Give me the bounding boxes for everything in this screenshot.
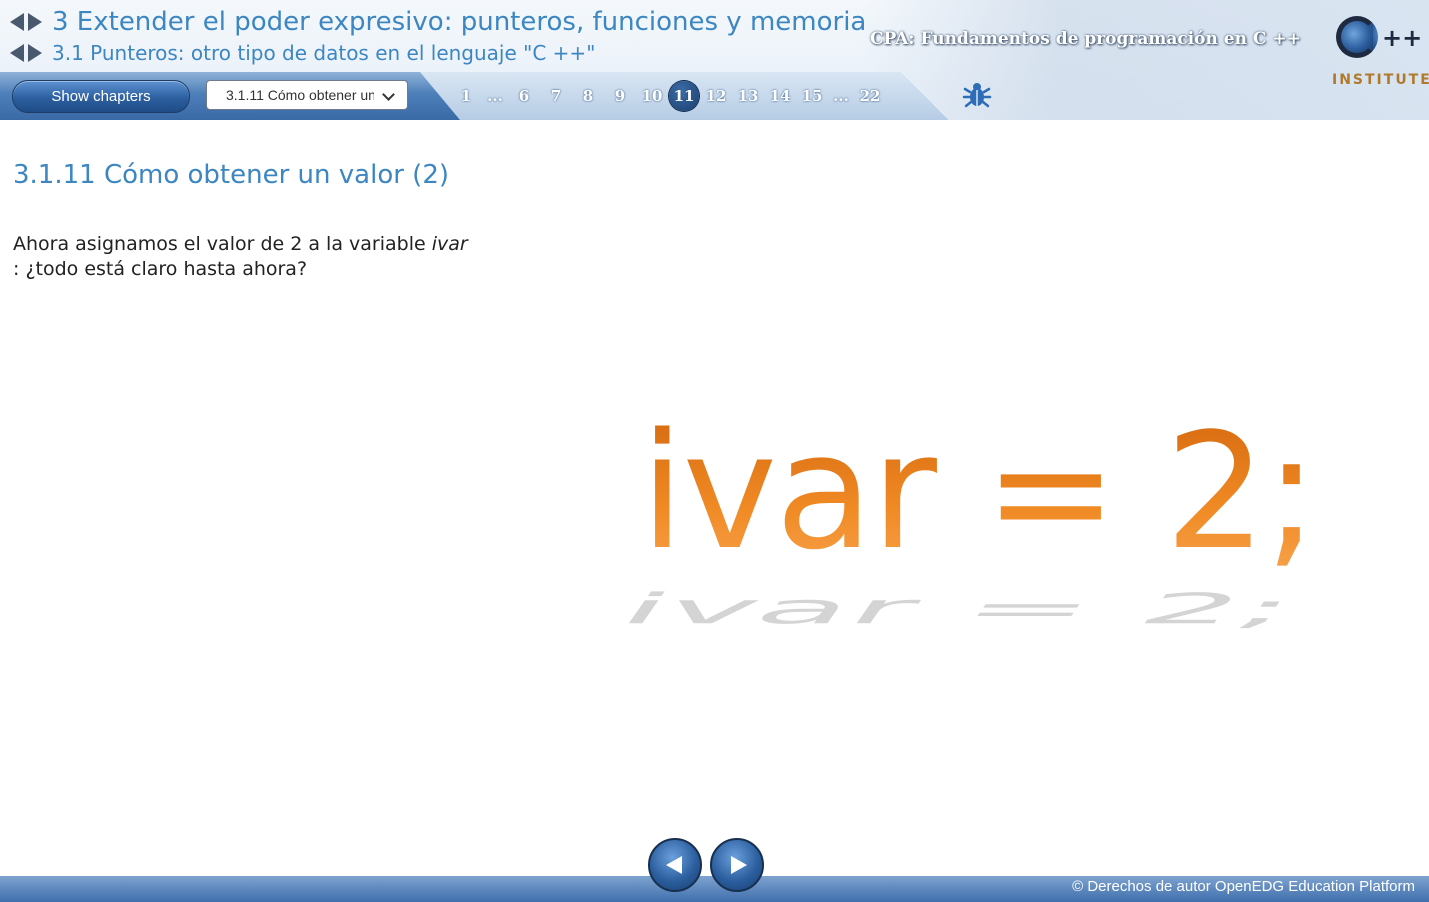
page-title: 3.1.11 Cómo obtener un valor (2) — [13, 160, 450, 190]
logo-text: INSTITUTE — [1332, 72, 1429, 88]
bug-report-icon[interactable] — [962, 80, 992, 110]
next-page-button[interactable] — [710, 838, 764, 892]
page-link-14[interactable]: 14 — [764, 81, 796, 111]
course-title: CPA: Fundamentos de programación en C ++ — [870, 29, 1301, 49]
topic-select-value: 3.1.11 Cómo obtener un valor (2) — [226, 87, 374, 103]
page-link-22[interactable]: 22 — [854, 81, 886, 111]
chevron-down-icon — [382, 88, 395, 101]
page-text-variable: ivar — [431, 233, 468, 255]
page-ellipsis: ... — [833, 87, 849, 105]
chapter-prev-arrow-icon[interactable] — [10, 13, 24, 31]
page-link-8[interactable]: 8 — [572, 81, 604, 111]
page-link-10[interactable]: 10 — [636, 81, 668, 111]
chapter-arrows — [10, 13, 42, 31]
chapter-next-arrow-icon[interactable] — [28, 13, 42, 31]
play-right-icon — [730, 856, 747, 874]
section-title: 3.1 Punteros: otro tipo de datos en el l… — [52, 41, 596, 65]
page-link-current[interactable]: 11 — [669, 81, 699, 111]
prev-page-button[interactable] — [648, 838, 702, 892]
play-left-icon — [665, 856, 682, 874]
page-text-after: : ¿todo está claro hasta ahora? — [13, 258, 308, 280]
globe-icon — [1336, 16, 1378, 58]
chapter-title: 3 Extender el poder expresivo: punteros,… — [52, 7, 867, 37]
page-pager: 1... 6 7 8 9 10 11 12 13 14 15... 22 — [450, 81, 886, 111]
page-link-9[interactable]: 9 — [604, 81, 636, 111]
chapter-row: 3 Extender el poder expresivo: punteros,… — [10, 6, 866, 38]
page-link-15[interactable]: 15 — [796, 81, 828, 111]
page-link-13[interactable]: 13 — [732, 81, 764, 111]
section-next-arrow-icon[interactable] — [28, 44, 42, 62]
show-chapters-button[interactable]: Show chapters — [12, 80, 190, 113]
code-expression-shadow: ivar = 2; — [607, 584, 1311, 634]
logo-plus: ++ — [1382, 24, 1423, 52]
section-arrows — [10, 44, 42, 62]
page-link-6[interactable]: 6 — [508, 81, 540, 111]
page-text-before: Ahora asignamos el valor de 2 a la varia… — [13, 233, 432, 255]
page-ellipsis: ... — [487, 87, 503, 105]
topic-select[interactable]: 3.1.11 Cómo obtener un valor (2) — [206, 80, 408, 110]
page-link-1[interactable]: 1 — [450, 81, 482, 111]
page-link-12[interactable]: 12 — [700, 81, 732, 111]
section-prev-arrow-icon[interactable] — [10, 44, 24, 62]
page-text: Ahora asignamos el valor de 2 a la varia… — [13, 232, 513, 282]
copyright-text: © Derechos de autor OpenEDG Education Pl… — [1072, 878, 1415, 895]
section-row: 3.1 Punteros: otro tipo de datos en el l… — [10, 40, 595, 66]
code-expression-illustration: ivar = 2; — [640, 398, 1318, 585]
page-link-7[interactable]: 7 — [540, 81, 572, 111]
cpp-institute-logo: ++ INSTITUTE — [1330, 12, 1429, 92]
